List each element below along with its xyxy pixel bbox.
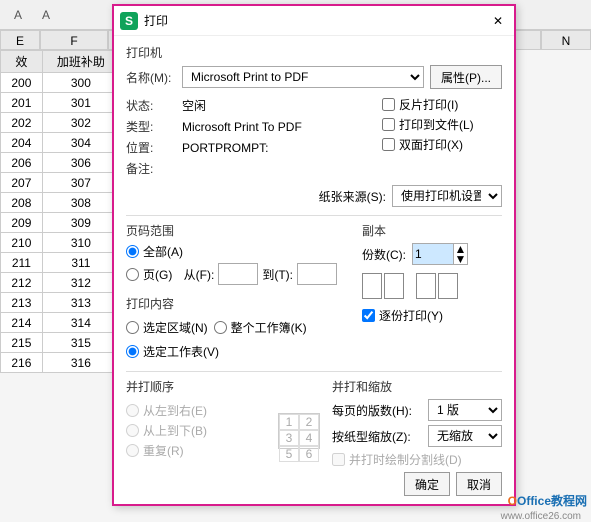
range-title: 页码范围 (126, 222, 350, 239)
lr-radio: 从左到右(E) (126, 402, 272, 419)
table-row: 214314 (1, 313, 120, 333)
table-row: 213313 (1, 293, 120, 313)
page-radio[interactable]: 页(G) 从(F): 到(T): (126, 263, 350, 285)
table-row: 202302 (1, 113, 120, 133)
properties-button[interactable]: 属性(P)... (430, 65, 502, 89)
selection-radio[interactable]: 选定区域(N) (126, 319, 208, 336)
location-value: PORTPROMPT: (182, 141, 268, 155)
watermark-url: www.office26.com (501, 511, 581, 522)
order-preview-icon: 123456 (278, 413, 320, 449)
type-value: Microsoft Print To PDF (182, 120, 302, 134)
watermark-brand: OOffice教程网 (508, 492, 587, 510)
close-icon[interactable]: ✕ (488, 14, 508, 28)
paper-source-label: 纸张来源(S): (319, 188, 386, 205)
dialog-title: 打印 (144, 12, 488, 29)
paper-source-select[interactable]: 使用打印机设置 (392, 185, 502, 207)
repeat-radio: 重复(R) (126, 442, 272, 459)
content-title: 打印内容 (126, 295, 350, 312)
order-title: 并打顺序 (126, 378, 320, 395)
name-label: 名称(M): (126, 69, 176, 86)
collate-icon (362, 273, 502, 299)
table-row: 210310 (1, 233, 120, 253)
cancel-button[interactable]: 取消 (456, 472, 502, 496)
sheet-radio[interactable]: 选定工作表(V) (126, 343, 350, 360)
table-row: 206306 (1, 153, 120, 173)
perpage-label: 每页的版数(H): (332, 402, 422, 419)
wps-logo-icon: S (120, 12, 138, 30)
copies-spinner[interactable]: ▲▼ (412, 243, 468, 265)
tofile-checkbox[interactable]: 打印到文件(L) (382, 116, 502, 133)
table-row: 209309 (1, 213, 120, 233)
header-cell[interactable]: 加班补助 (42, 51, 119, 73)
table-row: 212312 (1, 273, 120, 293)
spreadsheet-grid[interactable]: 效加班补助 200300 201301 202302 204304 206306… (0, 50, 120, 373)
to-input[interactable] (297, 263, 337, 285)
drawlines-checkbox: 并打时绘制分割线(D) (332, 451, 502, 468)
location-label: 位置: (126, 139, 176, 156)
printer-section-title: 打印机 (126, 44, 502, 61)
type-label: 类型: (126, 118, 176, 135)
printer-select[interactable]: Microsoft Print to PDF (182, 66, 424, 88)
table-row: 211311 (1, 253, 120, 273)
ok-button[interactable]: 确定 (404, 472, 450, 496)
table-row: 208308 (1, 193, 120, 213)
col-E[interactable]: E (0, 30, 40, 50)
reverse-checkbox[interactable]: 反片打印(I) (382, 96, 502, 113)
copies-label: 份数(C): (362, 246, 406, 263)
col-N[interactable]: N (541, 30, 591, 50)
col-F[interactable]: F (40, 30, 108, 50)
header-cell[interactable]: 效 (1, 51, 43, 73)
status-label: 状态: (126, 97, 176, 114)
table-row: 215315 (1, 333, 120, 353)
workbook-radio[interactable]: 整个工作簿(K) (214, 319, 307, 336)
status-value: 空闲 (182, 97, 206, 114)
collate-checkbox[interactable]: 逐份打印(Y) (362, 307, 502, 324)
print-dialog: S 打印 ✕ 打印机 名称(M): Microsoft Print to PDF… (112, 4, 516, 506)
table-row: 201301 (1, 93, 120, 113)
from-input[interactable] (218, 263, 258, 285)
table-row: 200300 (1, 73, 120, 93)
table-row: 216316 (1, 353, 120, 373)
all-radio[interactable]: 全部(A) (126, 243, 350, 260)
copies-title: 副本 (362, 222, 502, 239)
comment-label: 备注: (126, 160, 176, 177)
zoom-select[interactable]: 无缩放 (428, 425, 502, 447)
table-row: 207307 (1, 173, 120, 193)
zoom-label: 按纸型缩放(Z): (332, 428, 422, 445)
tb-radio: 从上到下(B) (126, 422, 272, 439)
scale-title: 并打和缩放 (332, 378, 502, 395)
perpage-select[interactable]: 1 版 (428, 399, 502, 421)
table-row: 204304 (1, 133, 120, 153)
duplex-checkbox[interactable]: 双面打印(X) (382, 136, 502, 153)
